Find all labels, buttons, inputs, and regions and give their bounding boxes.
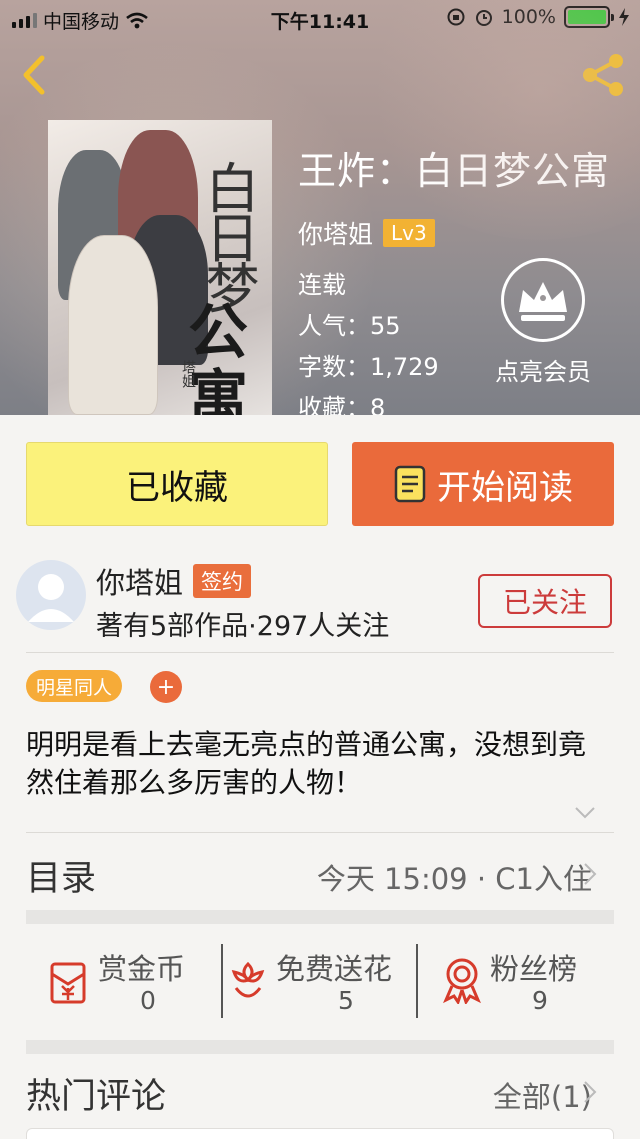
start-reading-label: 开始阅读 xyxy=(437,467,573,508)
toc-latest-update[interactable]: 今天 15:09 · C1入住 xyxy=(317,856,592,898)
fan-ranking[interactable]: 粉丝榜 9 xyxy=(438,946,608,1018)
comment-card[interactable] xyxy=(26,1128,614,1139)
author-name[interactable]: 你塔姐 xyxy=(96,560,183,602)
add-tag-button[interactable]: + xyxy=(150,671,182,703)
cover-title-bottom: 公寓 xyxy=(188,298,248,415)
favorited-button[interactable]: 已收藏 xyxy=(26,442,328,526)
divider xyxy=(26,652,614,653)
book-favorites: 收藏：8 xyxy=(298,394,386,415)
cover-title-top: 白日梦 xyxy=(196,160,259,310)
chevron-right-icon[interactable] xyxy=(582,1080,598,1104)
status-right: 100% xyxy=(446,6,630,28)
tag-chip[interactable]: 明星同人 xyxy=(26,670,123,702)
tag-label: 明星同人 xyxy=(36,676,113,699)
section-divider xyxy=(26,910,614,924)
red-envelope-icon xyxy=(50,962,86,1004)
flower-icon xyxy=(231,961,265,998)
status-time: 下午11:41 xyxy=(270,11,370,33)
book-title: 王炸：白日梦公寓 xyxy=(298,149,611,193)
signed-badge: 签约 xyxy=(193,564,252,598)
book-author-row: 你塔姐 Lv3 xyxy=(298,215,610,251)
back-icon[interactable] xyxy=(14,52,54,98)
free-flower[interactable]: 免费送花 5 xyxy=(226,946,416,1018)
battery-icon xyxy=(564,6,614,28)
vip-button[interactable]: 点亮会员 xyxy=(486,258,600,387)
hot-comments-title: 热门评论 xyxy=(26,1077,167,1117)
divider xyxy=(26,832,614,833)
crown-icon xyxy=(501,258,585,342)
book-author[interactable]: 你塔姐 xyxy=(298,215,373,251)
follow-button[interactable]: 已关注 xyxy=(478,574,612,628)
level-badge: Lv3 xyxy=(383,219,435,247)
book-cover[interactable]: 白日梦 公寓 塔姐 xyxy=(48,120,272,415)
book-header: 中国移动 下午11:41 100% 白日梦 公寓 塔姐 王炸：白日梦公寓 你塔姐… xyxy=(0,0,640,415)
battery-percent: 100% xyxy=(501,6,556,28)
author-stats: 著有5部作品·297人关注 xyxy=(96,611,390,642)
divider xyxy=(221,944,223,1018)
free-flower-label: 免费送花 xyxy=(276,952,393,986)
toc-title[interactable]: 目录 xyxy=(26,850,96,901)
chevron-down-icon[interactable] xyxy=(574,806,596,820)
status-bar: 中国移动 下午11:41 100% xyxy=(0,0,640,36)
fan-ranking-label: 粉丝榜 xyxy=(490,952,578,986)
free-flower-value: 5 xyxy=(338,986,354,1015)
author-name-row: 你塔姐 签约 xyxy=(96,560,252,602)
favorited-label: 已收藏 xyxy=(126,467,228,508)
cover-author: 塔姐 xyxy=(180,360,196,388)
cover-figure xyxy=(68,235,158,415)
follow-label: 已关注 xyxy=(502,586,587,619)
reward-coins-label: 赏金币 xyxy=(98,952,186,986)
share-icon[interactable] xyxy=(580,52,628,98)
avatar[interactable] xyxy=(16,560,86,630)
reward-coins-value: 0 xyxy=(140,986,156,1015)
chevron-right-icon[interactable] xyxy=(582,862,598,886)
charging-icon xyxy=(619,8,629,26)
add-tag-icon: + xyxy=(156,674,176,700)
alarm-icon xyxy=(475,10,492,26)
medal-icon xyxy=(443,958,481,1004)
book-description: 明明是看上去毫无亮点的普通公寓，没想到竟然住着那么多厉害的人物！ xyxy=(26,728,587,799)
start-reading-button[interactable]: 开始阅读 xyxy=(352,442,614,526)
divider xyxy=(416,944,418,1018)
reward-coins[interactable]: 赏金币 0 xyxy=(40,946,210,1018)
all-comments-link[interactable]: 全部(1) xyxy=(493,1074,592,1116)
book-icon xyxy=(394,465,426,503)
rotation-lock-icon xyxy=(447,8,465,26)
fan-ranking-value: 9 xyxy=(532,986,548,1015)
section-divider xyxy=(26,1040,614,1054)
vip-label: 点亮会员 xyxy=(495,358,591,386)
